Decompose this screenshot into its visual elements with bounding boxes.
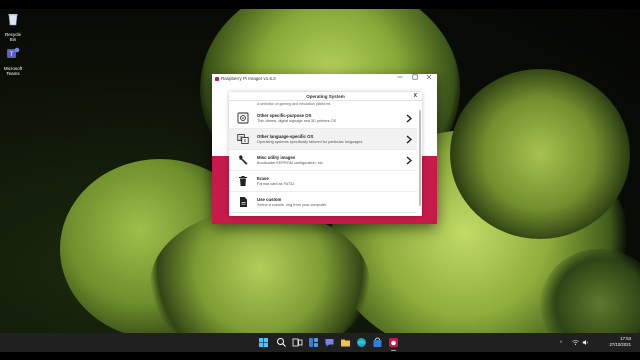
os-list[interactable]: A selection of gaming and emulation plat… — [229, 102, 417, 216]
chevron-right-icon — [406, 156, 413, 165]
wrench-icon — [239, 155, 248, 165]
list-scrollbar[interactable] — [419, 110, 421, 206]
chat-icon[interactable] — [324, 337, 335, 348]
close-icon — [426, 74, 432, 80]
os-item-other-language-specific[interactable]: 文 A Other language-specific OS Operating… — [229, 129, 417, 150]
teams-icon: T — [7, 47, 20, 58]
minimize-icon — [397, 76, 403, 78]
chevron-right-icon — [406, 114, 413, 123]
os-item-other-specific-purpose[interactable]: Other specific-purpose OS Thin clients, … — [229, 108, 417, 129]
start-icon[interactable] — [258, 337, 269, 348]
file-icon — [240, 197, 247, 207]
widgets-icon[interactable] — [308, 337, 319, 348]
operating-system-dialog: Operating System X A selection of gaming… — [229, 92, 422, 216]
language-icon: 文 A — [237, 134, 249, 144]
os-item-description: Bootloader EEPROM configuration, etc. — [257, 161, 324, 165]
os-item-description: Select a custom .img from your computer — [257, 203, 327, 207]
system-clock[interactable]: 17:53 27/10/2021 — [609, 336, 631, 348]
chevron-right-icon — [406, 135, 413, 144]
search-icon[interactable] — [276, 337, 287, 348]
maximize-icon — [412, 74, 418, 80]
desktop-icon-label: Microsoft Teams — [3, 66, 23, 76]
task-view-icon[interactable] — [292, 337, 303, 348]
svg-text:A: A — [244, 139, 247, 144]
close-button[interactable] — [422, 74, 436, 83]
dialog-title: Operating System — [306, 94, 345, 99]
os-item-name: Other specific-purpose OS — [257, 113, 312, 118]
bottom-letterbox — [0, 352, 640, 360]
maximize-button[interactable] — [408, 74, 422, 83]
tray-overflow-button[interactable]: ^ — [560, 333, 562, 352]
svg-text:T: T — [9, 51, 14, 58]
os-item-name: Other language-specific OS — [257, 134, 314, 139]
window-title: Raspberry Pi Imager v1.6.2 — [221, 76, 276, 81]
os-item-name: Erase — [257, 176, 269, 181]
file-explorer-icon[interactable] — [340, 337, 351, 348]
desktop-icon-label: Recycle Bin — [4, 32, 21, 42]
raspberry-pi-app-icon — [215, 76, 219, 81]
clock-date: 27/10/2021 — [609, 342, 631, 347]
os-item-description: Format card as FAT32 — [257, 182, 295, 186]
store-icon[interactable] — [372, 337, 383, 348]
top-letterbox — [0, 0, 640, 9]
wifi-icon[interactable] — [572, 339, 579, 346]
recycle-bin-icon — [8, 14, 18, 26]
dialog-header: Operating System X — [229, 92, 422, 101]
media-server-icon — [237, 112, 249, 124]
taskbar: ^ 17:53 27/10/2021 — [0, 333, 640, 352]
raspberry-pi-imager-icon[interactable] — [388, 337, 399, 348]
dialog-close-button[interactable]: X — [414, 92, 417, 101]
running-app-indicator — [391, 350, 396, 351]
svg-text:文: 文 — [239, 134, 243, 140]
volume-icon[interactable] — [582, 339, 589, 346]
os-item-misc-utility[interactable]: Misc utility images Bootloader EEPROM co… — [229, 150, 417, 171]
window-titlebar[interactable]: Raspberry Pi Imager v1.6.2 — [212, 74, 437, 83]
trash-icon — [239, 176, 247, 186]
os-item-erase[interactable]: Erase Format card as FAT32 — [229, 171, 417, 192]
os-item-name: Misc utility images — [257, 155, 296, 160]
os-item-name: Use custom — [257, 197, 282, 202]
os-item-description: Thin clients, digital signage and 3D pri… — [257, 119, 337, 123]
desktop-icon-teams[interactable]: T Microsoft Teams — [2, 46, 24, 76]
desktop-icon-recycle-bin[interactable]: Recycle Bin — [2, 12, 24, 42]
os-item-description: Operating systems specifically tailored … — [257, 140, 363, 144]
wallpaper-floret — [450, 69, 630, 239]
imager-window: Raspberry Pi Imager v1.6.2 Operating Sys… — [212, 74, 437, 224]
os-item-use-custom[interactable]: Use custom Select a custom .img from you… — [229, 192, 417, 213]
edge-icon[interactable] — [356, 337, 367, 348]
minimize-button[interactable] — [393, 74, 407, 83]
